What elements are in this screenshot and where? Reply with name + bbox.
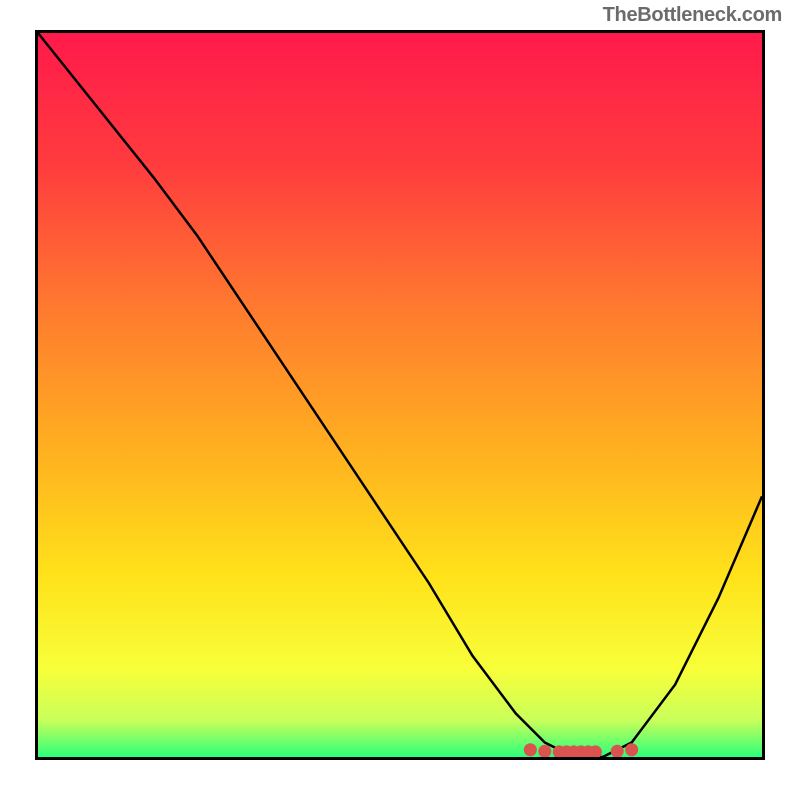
watermark-text: TheBottleneck.com xyxy=(603,4,782,27)
optimal-range-markers xyxy=(38,33,762,757)
chart-area xyxy=(35,30,765,760)
